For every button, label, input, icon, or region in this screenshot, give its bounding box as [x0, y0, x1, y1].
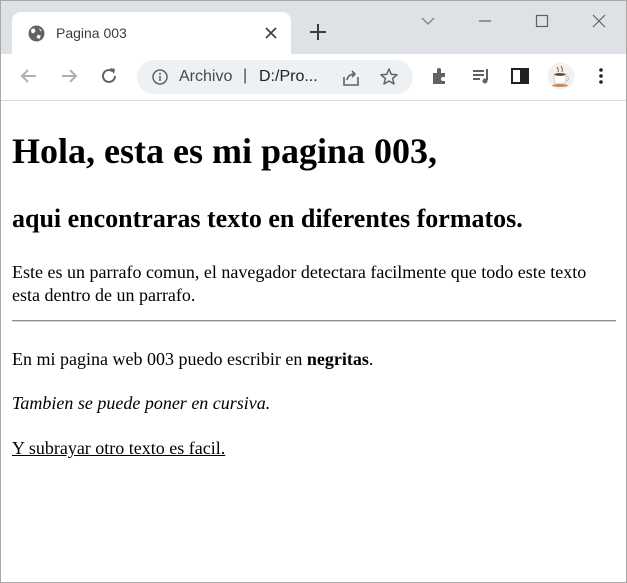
title-bar: Pagina 003: [1, 1, 626, 54]
maximize-icon[interactable]: [530, 9, 554, 33]
tab-search-icon[interactable]: [416, 9, 440, 33]
close-window-icon[interactable]: [587, 9, 611, 33]
share-icon[interactable]: [340, 67, 362, 89]
bold-paragraph: En mi pagina web 003 puedo escribir en n…: [12, 349, 373, 370]
forward-icon[interactable]: [58, 65, 80, 87]
globe-icon: [28, 25, 45, 42]
italic-paragraph: Tambien se puede poner en cursiva.: [12, 393, 271, 413]
bold-prefix: En mi pagina web 003 puedo escribir en: [12, 349, 307, 369]
back-icon[interactable]: [18, 65, 40, 87]
side-panel-icon[interactable]: [509, 65, 531, 87]
bold-suffix: .: [368, 349, 374, 369]
page-subheading: aqui encontraras texto en diferentes for…: [12, 204, 523, 233]
minimize-icon[interactable]: [473, 9, 497, 33]
reload-icon[interactable]: [98, 65, 120, 87]
info-icon[interactable]: [152, 69, 168, 85]
media-control-icon[interactable]: [470, 65, 492, 87]
address-bar[interactable]: Archivo | D:/Pro...: [137, 60, 413, 94]
new-tab-icon[interactable]: [306, 20, 330, 44]
extensions-icon[interactable]: [429, 65, 451, 87]
address-origin: Archivo: [179, 68, 233, 85]
browser-window: Pagina 003 Archivo | D:/Pro... Hola, est…: [0, 0, 627, 583]
profile-avatar-icon[interactable]: [547, 62, 575, 90]
address-url[interactable]: D:/Pro...: [259, 68, 318, 86]
bookmark-star-icon[interactable]: [378, 66, 400, 88]
browser-tab[interactable]: Pagina 003: [12, 12, 291, 54]
horizontal-rule: [12, 320, 616, 322]
menu-kebab-icon[interactable]: [590, 65, 612, 87]
underline-paragraph: Y subrayar otro texto es facil.: [12, 438, 226, 458]
toolbar: Archivo | D:/Pro...: [1, 54, 626, 101]
tab-title: Pagina 003: [56, 25, 127, 41]
address-separator: |: [243, 67, 248, 84]
page-heading: Hola, esta es mi pagina 003,: [12, 131, 438, 171]
close-tab-icon[interactable]: [261, 23, 281, 43]
bold-word: negritas: [306, 349, 369, 369]
page-content: Hola, esta es mi pagina 003, aqui encont…: [1, 101, 626, 582]
paragraph: Este es un parrafo comun, el navegador d…: [12, 262, 587, 305]
